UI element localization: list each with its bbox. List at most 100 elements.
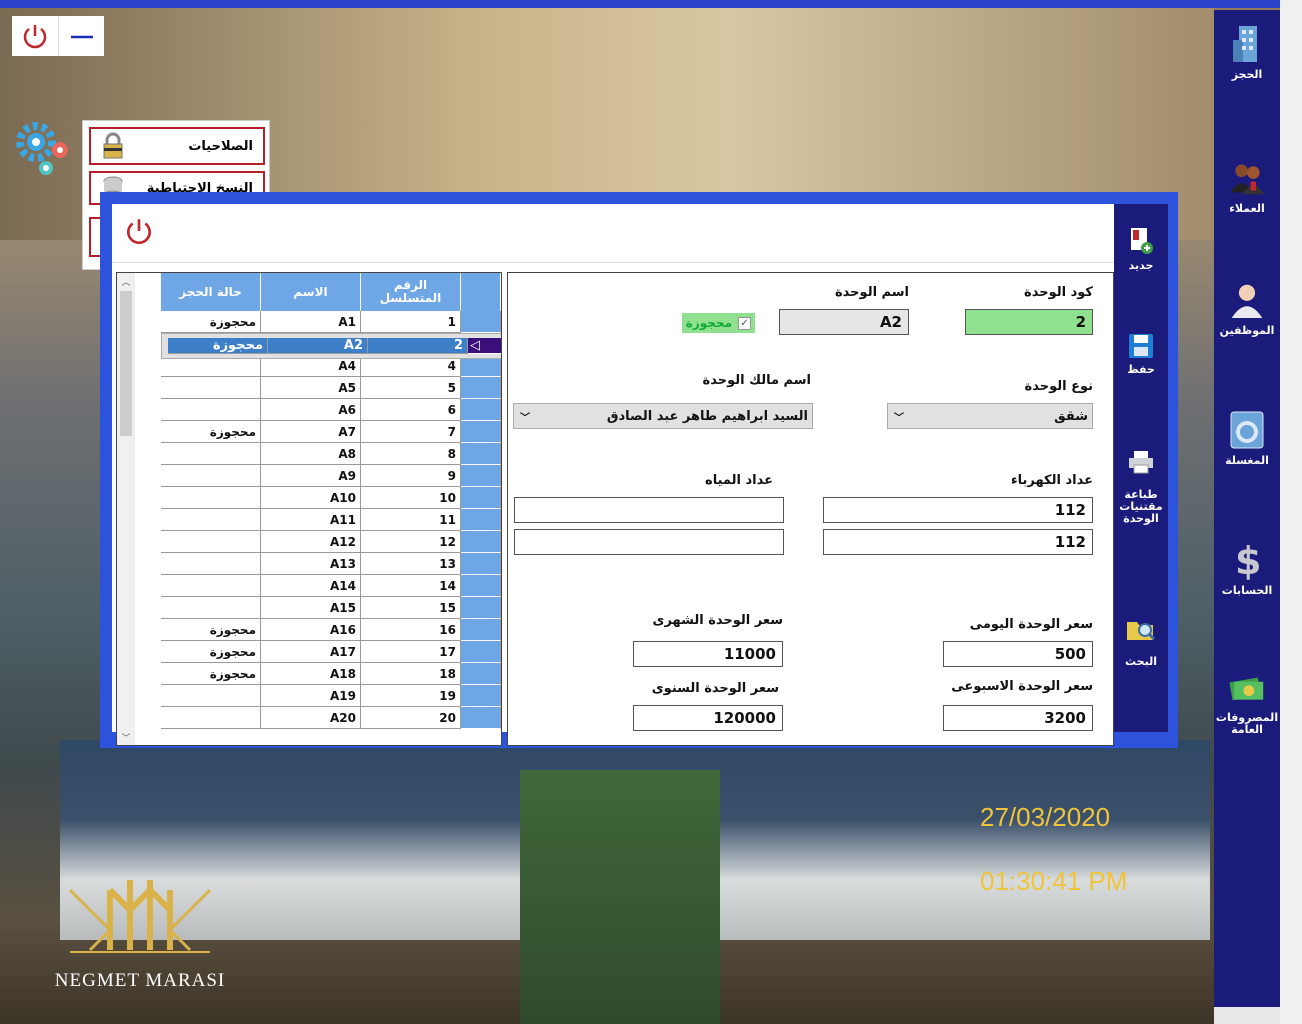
monthly-price-field[interactable]: 11000 — [633, 641, 783, 667]
sidebar-item-booking[interactable]: الحجز — [1214, 24, 1280, 81]
new-label: جديد — [1128, 259, 1154, 272]
table-row[interactable]: محجوزة A16 16 — [161, 619, 501, 641]
new-document-icon — [1131, 228, 1153, 254]
cell-name: A17 — [261, 641, 361, 663]
grid-scrollbar[interactable]: ︿ ﹀ — [117, 273, 135, 745]
cell-status: محجوزة — [161, 663, 261, 685]
cell-name: A7 — [261, 421, 361, 443]
table-row[interactable]: محجوزة A7 7 — [161, 421, 501, 443]
row-header[interactable] — [461, 663, 501, 685]
sidebar-label: المصروفات العامة — [1215, 711, 1279, 736]
employee-icon — [1231, 284, 1263, 318]
table-row[interactable]: A13 13 — [161, 553, 501, 575]
row-header[interactable]: ◁ — [468, 338, 501, 354]
header-serial[interactable]: الرقم المتسلسل — [361, 273, 461, 311]
water-field-2[interactable] — [514, 529, 784, 555]
background-street — [520, 770, 720, 1024]
table-row[interactable]: محجوزة A2 2 ◁ — [161, 333, 501, 359]
sidebar-label: الحجز — [1231, 68, 1263, 81]
unit-name-label: اسم الوحدة — [834, 285, 909, 300]
row-header[interactable] — [461, 531, 501, 553]
table-row[interactable]: A14 14 — [161, 575, 501, 597]
minimize-button[interactable] — [58, 16, 104, 56]
table-row[interactable]: A20 20 — [161, 707, 501, 729]
search-folder-icon — [1127, 622, 1156, 641]
cell-status — [161, 531, 261, 553]
dialog-close-button[interactable] — [122, 214, 156, 248]
row-header[interactable] — [461, 421, 501, 443]
unit-name-field[interactable]: A2 — [779, 309, 909, 335]
cell-serial: 6 — [361, 399, 461, 421]
yearly-price-field[interactable]: 120000 — [633, 705, 783, 731]
table-row[interactable]: A10 10 — [161, 487, 501, 509]
sidebar-item-customers[interactable]: العملاء — [1214, 158, 1280, 215]
settings-gear-button[interactable] — [12, 118, 74, 184]
unit-code-field[interactable]: 2 — [965, 309, 1093, 335]
reserved-label: محجوزة — [685, 316, 732, 330]
scroll-up-arrow[interactable]: ︿ — [117, 273, 135, 289]
row-header[interactable] — [461, 707, 501, 729]
row-header[interactable] — [461, 597, 501, 619]
sidebar-item-laundry[interactable]: المغسلة — [1214, 410, 1280, 467]
sidebar-item-accounts[interactable]: $ الحسابات — [1214, 539, 1280, 597]
table-row[interactable]: A12 12 — [161, 531, 501, 553]
search-button[interactable]: البحث — [1114, 614, 1168, 668]
header-name[interactable]: الاسم — [261, 273, 361, 311]
permissions-menu-item[interactable]: الصلاحيات — [89, 127, 265, 165]
row-header[interactable] — [461, 443, 501, 465]
table-row[interactable]: A5 5 — [161, 377, 501, 399]
laundry-icon — [1230, 411, 1264, 449]
header-status[interactable]: حالة الحجز — [161, 273, 261, 311]
table-row[interactable]: A6 6 — [161, 399, 501, 421]
table-row[interactable]: محجوزة A18 18 — [161, 663, 501, 685]
row-header[interactable] — [461, 553, 501, 575]
new-button[interactable]: جديد — [1114, 226, 1168, 272]
electric-field-2[interactable]: 112 — [823, 529, 1093, 555]
daily-price-field[interactable]: 500 — [943, 641, 1093, 667]
unit-type-select[interactable]: ﹀ شقق — [887, 403, 1093, 429]
row-header[interactable] — [461, 465, 501, 487]
row-header[interactable] — [461, 399, 501, 421]
row-header[interactable] — [461, 619, 501, 641]
table-row[interactable]: A8 8 — [161, 443, 501, 465]
electric-field-1[interactable]: 112 — [823, 497, 1093, 523]
units-grid[interactable]: ︿ ﹀ حالة الحجز الاسم الرقم المتسلسل محجو… — [116, 272, 502, 746]
scroll-thumb[interactable] — [120, 291, 132, 436]
table-row[interactable]: A11 11 — [161, 509, 501, 531]
row-header[interactable] — [461, 509, 501, 531]
print-unit-items-button[interactable]: طباعة مقتنيات الوحدة — [1114, 448, 1168, 525]
row-header[interactable] — [461, 311, 501, 333]
reserved-checkbox[interactable]: محجوزة ✓ — [681, 313, 755, 333]
save-button[interactable]: حفظ — [1114, 332, 1168, 376]
chevron-down-icon: ﹀ — [894, 412, 904, 424]
cell-serial: 11 — [361, 509, 461, 531]
sidebar-item-employees[interactable]: الموظفين — [1214, 280, 1280, 337]
row-header[interactable] — [461, 487, 501, 509]
chevron-down-icon: ﹀ — [520, 412, 530, 424]
scroll-down-arrow[interactable]: ﹀ — [117, 729, 135, 745]
cell-serial: 5 — [361, 377, 461, 399]
table-row[interactable]: A15 15 — [161, 597, 501, 619]
row-header[interactable] — [461, 575, 501, 597]
bottom-scrollbar[interactable] — [1214, 1007, 1280, 1024]
logo-name: NEGMET MARASI — [54, 970, 226, 991]
cell-serial: 18 — [361, 663, 461, 685]
table-row[interactable]: A19 19 — [161, 685, 501, 707]
table-row[interactable]: محجوزة A17 17 — [161, 641, 501, 663]
cell-name: A6 — [261, 399, 361, 421]
cell-status — [161, 597, 261, 619]
row-header[interactable] — [461, 685, 501, 707]
power-button[interactable] — [12, 16, 58, 56]
weekly-price-field[interactable]: 3200 — [943, 705, 1093, 731]
table-row[interactable]: A9 9 — [161, 465, 501, 487]
window-scrollbar[interactable] — [1280, 0, 1302, 1024]
cell-name: A9 — [261, 465, 361, 487]
sidebar-item-expenses[interactable]: المصروفات العامة — [1214, 668, 1280, 736]
yearly-price-label: سعر الوحدة السنوى — [651, 681, 779, 696]
table-row[interactable]: محجوزة A1 1 — [161, 311, 501, 333]
row-header[interactable] — [461, 377, 501, 399]
row-header[interactable] — [461, 641, 501, 663]
water-field-1[interactable] — [514, 497, 784, 523]
owner-select[interactable]: ﹀ السيد ابراهيم طاهر عبد الصادق — [513, 403, 813, 429]
grid-table: حالة الحجز الاسم الرقم المتسلسل محجوزة A1… — [161, 273, 501, 729]
